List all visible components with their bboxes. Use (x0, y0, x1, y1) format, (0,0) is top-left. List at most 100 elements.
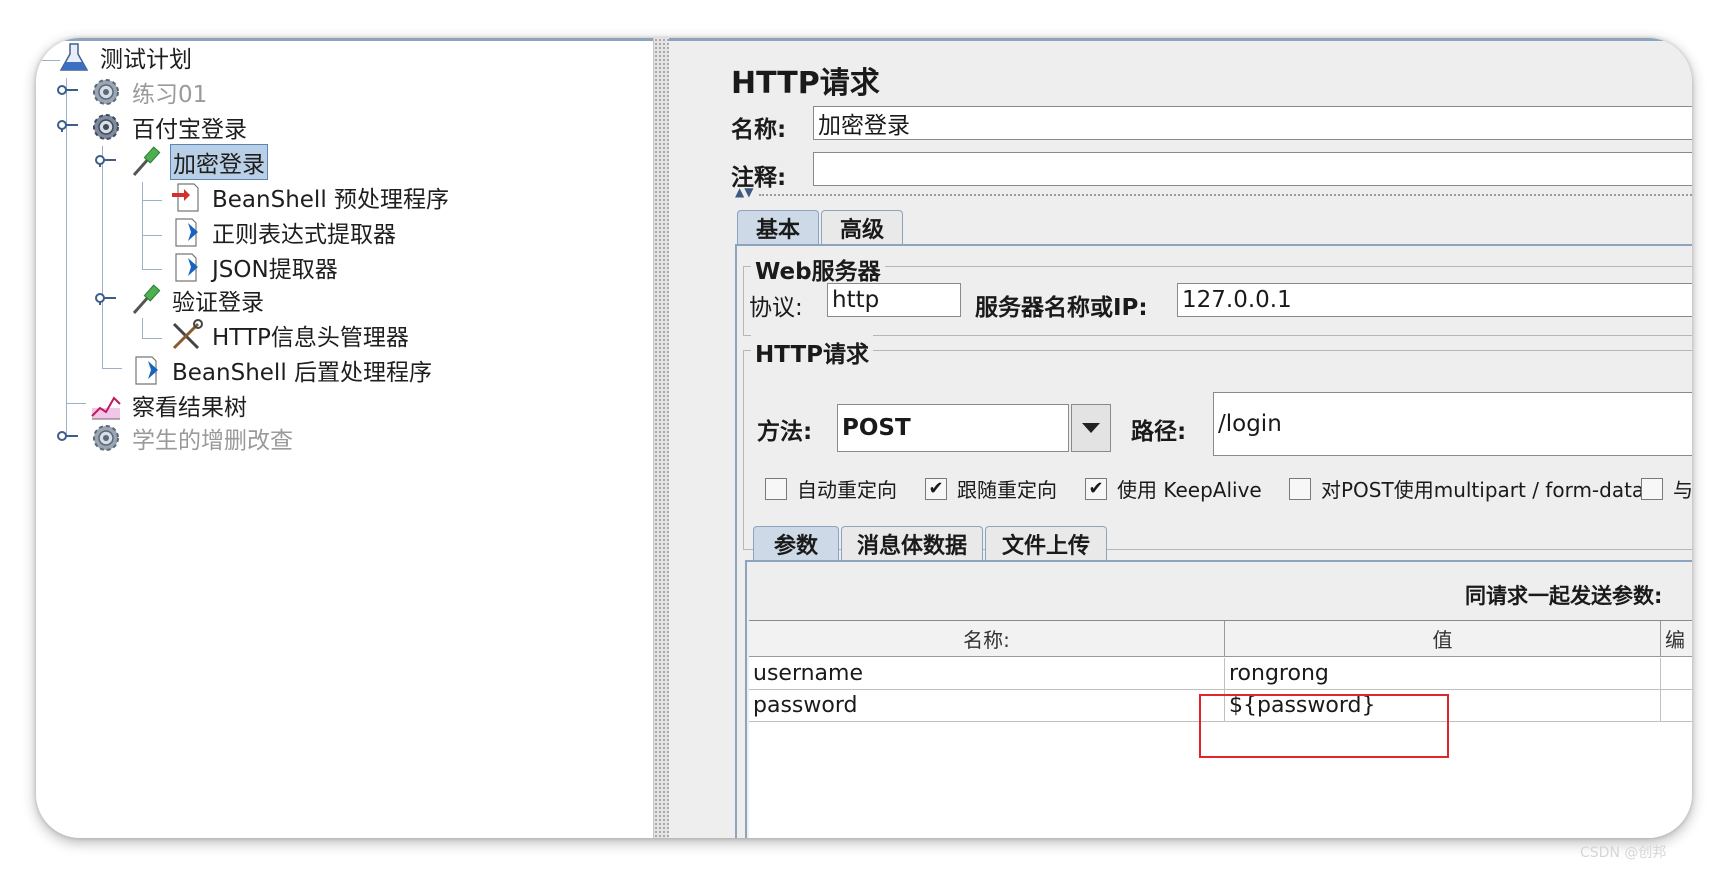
chart-icon (91, 396, 121, 420)
tab-advanced[interactable]: 高级 (821, 210, 903, 244)
checkbox-label: 自动重定向 (797, 478, 897, 502)
tree-connector (142, 182, 143, 270)
column-header-encode[interactable]: 编 (1661, 621, 1692, 657)
auto-redirect-checkbox[interactable]: 自动重定向 (765, 474, 897, 503)
tree-node-thread-group[interactable]: 学生的增删改查 (88, 421, 293, 455)
tree-node-label: BeanShell 后置处理程序 (172, 360, 433, 386)
collapse-knob-icon[interactable] (94, 153, 116, 167)
expand-knob-icon[interactable] (56, 429, 78, 443)
tree-node-http-request[interactable]: 加密登录 (128, 144, 268, 180)
tree-node-preprocessor[interactable]: BeanShell 预处理程序 (168, 180, 449, 214)
tree-connector (142, 200, 162, 201)
gear-icon (93, 114, 119, 140)
tree-connector (102, 368, 122, 369)
protocol-field[interactable]: http (827, 283, 961, 317)
preprocessor-icon (172, 183, 199, 212)
keepalive-checkbox[interactable]: ✔ 使用 KeepAlive (1085, 474, 1262, 503)
params-caption: 同请求一起发送参数: (1465, 584, 1663, 608)
follow-redirect-checkbox[interactable]: ✔ 跟随重定向 (925, 474, 1057, 503)
web-server-group-label: Web服务器 (751, 252, 885, 286)
http-request-panel: HTTP请求 名称: 加密登录 注释: ▲▼ 基本 高级 Web服务器 协议: … (669, 38, 1692, 838)
http-request-group-label: HTTP请求 (751, 335, 874, 369)
sub-tab-strip-line (745, 560, 1692, 562)
checkbox-label: 使用 KeepAlive (1117, 478, 1262, 502)
tree-connector (142, 269, 162, 270)
collapse-knob-icon[interactable] (94, 291, 116, 305)
separator (759, 194, 1692, 196)
checkbox-box (1289, 477, 1311, 500)
tree-node-regex-extractor[interactable]: 正则表达式提取器 (168, 215, 396, 249)
tree-node-header-manager[interactable]: HTTP信息头管理器 (168, 318, 409, 352)
tree-connector (142, 318, 143, 338)
jmeter-window: 测试计划 练习01 百付宝登录 加密登录 BeanShell 预处理程序 正则表… (36, 38, 1692, 838)
path-field[interactable]: /login (1213, 392, 1692, 456)
tab-content-border (735, 244, 737, 838)
gear-icon (93, 425, 119, 451)
table-cell-name[interactable]: username (749, 658, 1225, 690)
multipart-checkbox[interactable]: 对POST使用multipart / form-data (1289, 474, 1644, 503)
tree-connector (102, 146, 103, 368)
tab-basic[interactable]: 基本 (737, 210, 819, 244)
server-label: 服务器名称或IP: (975, 295, 1148, 321)
tree-connector (142, 338, 162, 339)
column-header-value[interactable]: 值 (1225, 621, 1661, 657)
tab-parameters[interactable]: 参数 (753, 526, 839, 560)
pipette-icon (132, 284, 161, 314)
method-label: 方法: (757, 419, 813, 445)
collapse-arrows-icon[interactable]: ▲▼ (735, 185, 753, 199)
watermark: CSDN @创邦 (1580, 845, 1667, 861)
method-dropdown-button[interactable] (1071, 404, 1111, 452)
name-label: 名称: (731, 117, 787, 143)
comment-field[interactable] (813, 152, 1692, 186)
tree-node-label: JSON提取器 (212, 257, 338, 283)
method-select[interactable]: POST (837, 404, 1069, 452)
tree-node-thread-group[interactable]: 练习01 (88, 75, 207, 109)
tree-node-label: BeanShell 预处理程序 (212, 187, 450, 213)
checkbox-label: 对POST使用multipart / form-data (1321, 478, 1645, 502)
tab-strip-line (735, 244, 1692, 246)
highlight-box (1199, 694, 1449, 758)
browser-compatible-checkbox[interactable]: 与 (1641, 474, 1692, 503)
tree-node-label: 百付宝登录 (132, 117, 247, 143)
tree-node-label: 正则表达式提取器 (212, 222, 396, 248)
tree-node-postprocessor[interactable]: BeanShell 后置处理程序 (128, 353, 432, 387)
tree-node-json-extractor[interactable]: JSON提取器 (168, 250, 338, 284)
checkbox-box: ✔ (1085, 477, 1107, 500)
tree-node-thread-group[interactable]: 百付宝登录 (88, 110, 247, 144)
checkbox-box (765, 477, 787, 500)
tree-node-result-tree[interactable]: 察看结果树 (88, 388, 247, 422)
table-cell-value[interactable]: rongrong (1225, 658, 1661, 690)
checkbox-label: 与 (1673, 478, 1692, 502)
panel-top-border (669, 38, 1692, 41)
column-header-name[interactable]: 名称: (749, 621, 1225, 657)
checkbox-label: 跟随重定向 (957, 478, 1057, 502)
sub-tab-content-border (745, 560, 747, 838)
gear-icon (93, 79, 119, 105)
tree-node-http-request[interactable]: 验证登录 (128, 283, 264, 317)
extractor-icon (175, 218, 198, 247)
flask-icon (59, 43, 89, 71)
checkbox-box: ✔ (925, 477, 947, 500)
pipette-icon (132, 146, 161, 176)
tab-file-upload[interactable]: 文件上传 (985, 526, 1107, 560)
name-field[interactable]: 加密登录 (813, 106, 1692, 140)
tree-node-label: 测试计划 (100, 47, 192, 73)
tab-body-data[interactable]: 消息体数据 (841, 526, 983, 560)
tree-node-label: 练习01 (132, 82, 208, 108)
path-label: 路径: (1131, 419, 1187, 445)
tree-node-label: 加密登录 (170, 144, 268, 180)
tree-connector (66, 403, 86, 404)
collapse-knob-icon[interactable] (56, 118, 78, 132)
extractor-icon (175, 253, 198, 282)
tree-node-label: 验证登录 (172, 290, 264, 316)
table-cell-encode[interactable] (1661, 690, 1692, 722)
tools-icon (172, 319, 203, 350)
server-field[interactable]: 127.0.0.1 (1177, 283, 1692, 317)
tree-node-label: 察看结果树 (132, 395, 247, 421)
panel-title: HTTP请求 (731, 66, 880, 101)
tree-node-test-plan[interactable]: 测试计划 (56, 40, 192, 74)
table-cell-name[interactable]: password (749, 690, 1225, 722)
expand-knob-icon[interactable] (56, 83, 78, 97)
table-cell-encode[interactable] (1661, 658, 1692, 690)
postprocessor-icon (135, 356, 158, 385)
